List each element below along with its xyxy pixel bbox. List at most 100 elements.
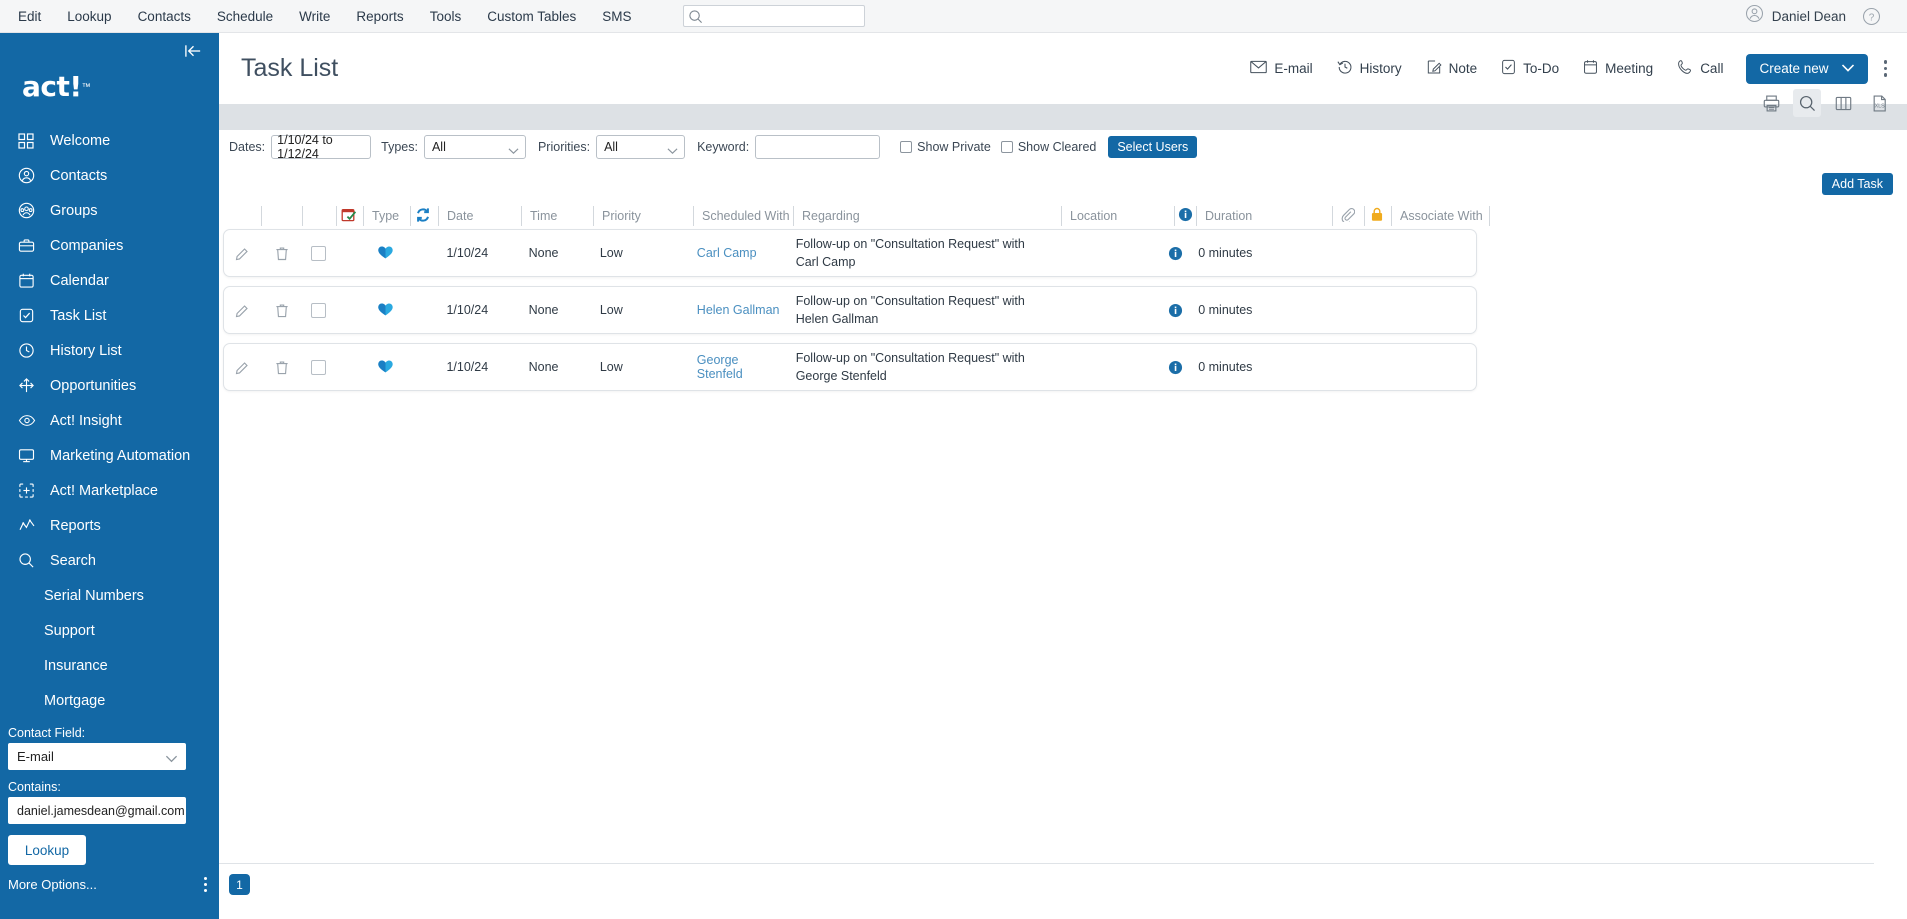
row-type-icon-cell[interactable]: [362, 344, 408, 390]
page-overflow-menu-icon[interactable]: [1884, 60, 1888, 77]
sidebar-item-history-list[interactable]: History List: [0, 333, 219, 368]
row-info-icon[interactable]: [1164, 344, 1186, 390]
row-delete-button[interactable]: [262, 230, 303, 276]
row-cleared-cell[interactable]: [336, 344, 363, 390]
sidebar-item-support[interactable]: Support: [0, 613, 219, 648]
create-new-button[interactable]: Create new: [1746, 54, 1867, 84]
col-duration[interactable]: Duration: [1196, 206, 1332, 226]
lookup-button[interactable]: Lookup: [8, 835, 86, 865]
types-select[interactable]: All: [424, 135, 526, 159]
export-xls-icon[interactable]: XLS: [1865, 89, 1893, 117]
row-scheduled-with[interactable]: Helen Gallman: [689, 287, 788, 333]
col-private[interactable]: [1364, 206, 1391, 226]
row-type-icon-cell[interactable]: [362, 287, 408, 333]
meeting-button[interactable]: Meeting: [1572, 53, 1664, 84]
sidebar-item-search[interactable]: Search: [0, 543, 219, 578]
sidebar-item-welcome[interactable]: Welcome: [0, 123, 219, 158]
menu-item-custom-tables[interactable]: Custom Tables: [474, 0, 589, 33]
sidebar-item-task-list[interactable]: Task List: [0, 298, 219, 333]
sidebar-item-companies[interactable]: Companies: [0, 228, 219, 263]
priorities-select[interactable]: All: [596, 135, 685, 159]
sidebar-item-groups[interactable]: Groups: [0, 193, 219, 228]
row-edit-button[interactable]: [224, 230, 262, 276]
row-info-icon[interactable]: [1164, 287, 1186, 333]
col-type[interactable]: Type: [363, 206, 410, 226]
menu-item-sms[interactable]: SMS: [589, 0, 644, 33]
row-cleared-cell[interactable]: [336, 230, 363, 276]
menu-item-edit[interactable]: Edit: [5, 0, 54, 33]
show-private-checkbox[interactable]: Show Private: [900, 140, 991, 154]
note-button[interactable]: Note: [1415, 53, 1489, 84]
row-delete-button[interactable]: [262, 344, 303, 390]
print-icon[interactable]: [1757, 89, 1785, 117]
contact-link[interactable]: George Stenfeld: [697, 353, 788, 381]
row-type-icon-cell[interactable]: [362, 230, 408, 276]
col-time[interactable]: Time: [521, 206, 593, 226]
row-edit-button[interactable]: [224, 344, 262, 390]
collapse-sidebar-icon[interactable]: [184, 43, 203, 59]
sidebar-item-marketing-automation[interactable]: Marketing Automation: [0, 438, 219, 473]
history-button[interactable]: History: [1326, 53, 1413, 84]
contact-field-select[interactable]: E-mail: [8, 743, 186, 770]
row-select-checkbox[interactable]: [302, 230, 336, 276]
row-info-icon[interactable]: [1164, 230, 1186, 276]
menu-item-write[interactable]: Write: [286, 0, 343, 33]
select-users-button[interactable]: Select Users: [1108, 136, 1197, 158]
col-associate-with[interactable]: Associate With: [1391, 206, 1489, 226]
col-date[interactable]: Date: [438, 206, 521, 226]
sidebar-item-calendar[interactable]: Calendar: [0, 263, 219, 298]
todo-button[interactable]: To-Do: [1490, 53, 1570, 84]
row-delete-button[interactable]: [262, 287, 303, 333]
col-regarding[interactable]: Regarding: [793, 206, 1061, 226]
col-location[interactable]: Location: [1061, 206, 1174, 226]
col-scheduled-with[interactable]: Scheduled With: [693, 206, 793, 226]
global-search-input[interactable]: [707, 8, 864, 24]
sidebar-item-serial-numbers[interactable]: Serial Numbers: [0, 578, 219, 613]
columns-icon[interactable]: [1829, 89, 1857, 117]
contact-link[interactable]: Carl Camp: [697, 246, 757, 260]
sidebar-item-contacts[interactable]: Contacts: [0, 158, 219, 193]
col-info[interactable]: [1174, 206, 1196, 226]
app-logo[interactable]: act!™: [0, 65, 219, 117]
dates-input[interactable]: 1/10/24 to 1/12/24: [271, 135, 371, 159]
show-cleared-checkbox[interactable]: Show Cleared: [1001, 140, 1097, 154]
row-edit-button[interactable]: [224, 287, 262, 333]
col-recurring[interactable]: [410, 206, 438, 226]
row-select-checkbox[interactable]: [302, 287, 336, 333]
help-icon[interactable]: ?: [1862, 7, 1881, 26]
table-row[interactable]: 1/10/24 None Low George Stenfeld Follow-…: [223, 343, 1477, 391]
page-button-1[interactable]: 1: [229, 874, 250, 895]
col-priority[interactable]: Priority: [593, 206, 693, 226]
user-menu[interactable]: Daniel Dean: [1745, 4, 1846, 28]
contact-link[interactable]: Helen Gallman: [697, 303, 780, 317]
row-scheduled-with[interactable]: George Stenfeld: [689, 344, 788, 390]
table-row[interactable]: 1/10/24 None Low Helen Gallman Follow-up…: [223, 286, 1477, 334]
call-button[interactable]: Call: [1666, 53, 1734, 84]
menu-item-schedule[interactable]: Schedule: [204, 0, 286, 33]
sidebar-overflow-menu-icon[interactable]: [204, 877, 211, 892]
envelope-icon: [1250, 60, 1267, 77]
menu-item-lookup[interactable]: Lookup: [54, 0, 124, 33]
menu-item-tools[interactable]: Tools: [417, 0, 475, 33]
row-cleared-cell[interactable]: [336, 287, 363, 333]
col-attachment[interactable]: [1332, 206, 1364, 226]
sidebar-item-act-marketplace[interactable]: Act! Marketplace: [0, 473, 219, 508]
keyword-input[interactable]: [755, 135, 880, 159]
table-row[interactable]: 1/10/24 None Low Carl Camp Follow-up on …: [223, 229, 1477, 277]
more-options-link[interactable]: More Options...: [8, 877, 97, 892]
sidebar-item-mortgage[interactable]: Mortgage: [0, 683, 219, 718]
sidebar-item-insurance[interactable]: Insurance: [0, 648, 219, 683]
sidebar-item-opportunities[interactable]: Opportunities: [0, 368, 219, 403]
row-scheduled-with[interactable]: Carl Camp: [689, 230, 788, 276]
add-task-button[interactable]: Add Task: [1822, 173, 1893, 195]
menu-item-reports[interactable]: Reports: [343, 0, 416, 33]
menu-item-contacts[interactable]: Contacts: [125, 0, 204, 33]
email-button[interactable]: E-mail: [1239, 54, 1323, 83]
row-select-checkbox[interactable]: [302, 344, 336, 390]
global-search-box[interactable]: [683, 5, 865, 27]
sidebar-item-act-insight[interactable]: Act! Insight: [0, 403, 219, 438]
sidebar-item-reports[interactable]: Reports: [0, 508, 219, 543]
col-cleared[interactable]: [336, 206, 363, 226]
contains-input[interactable]: daniel.jamesdean@gmail.com: [8, 797, 186, 824]
grid-search-icon[interactable]: [1793, 89, 1821, 117]
